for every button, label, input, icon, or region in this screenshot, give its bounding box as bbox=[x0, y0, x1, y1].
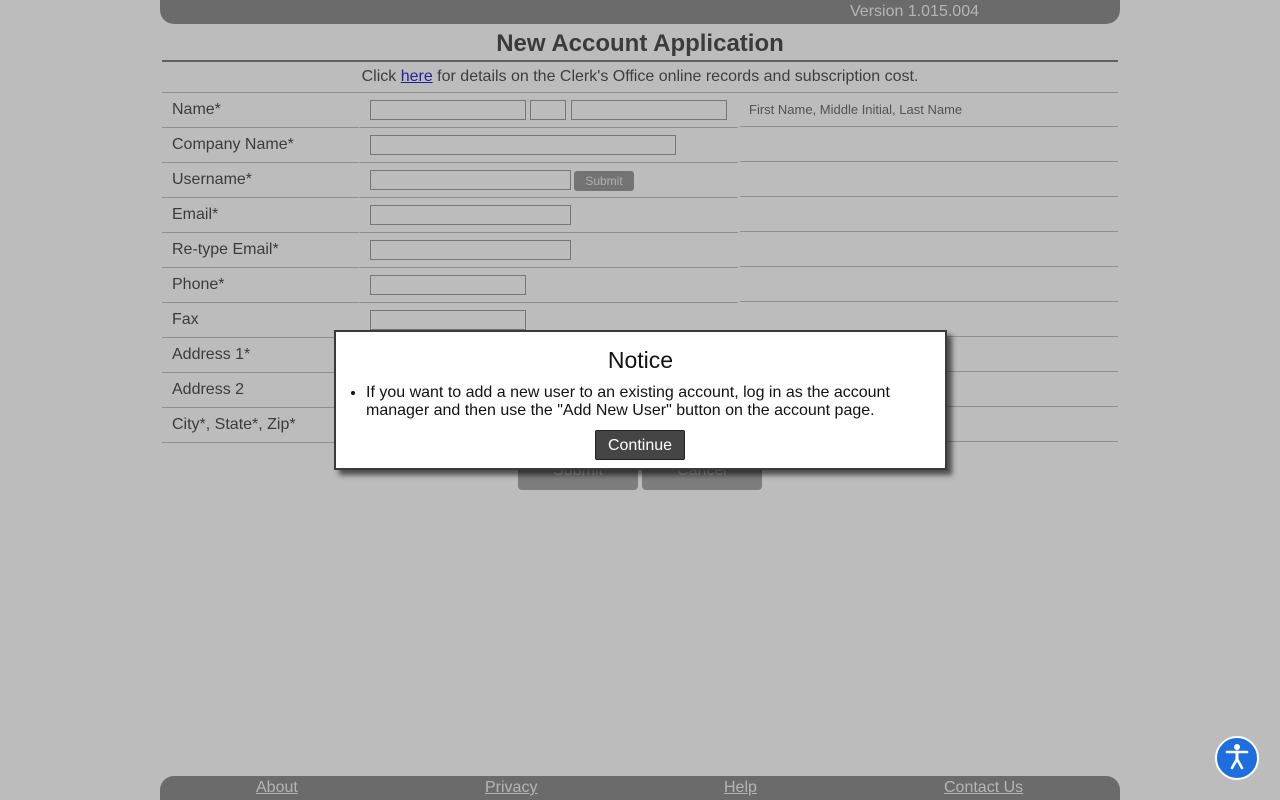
page: Version 1.015.004 New Account Applicatio… bbox=[0, 0, 1280, 800]
accessibility-button[interactable] bbox=[1215, 736, 1259, 780]
notice-dialog: Notice If you want to add a new user to … bbox=[334, 330, 947, 470]
notice-item: If you want to add a new user to an exis… bbox=[366, 384, 946, 420]
dialog-title: Notice bbox=[607, 347, 674, 373]
accessibility-person-icon bbox=[1222, 741, 1252, 776]
continue-button[interactable]: Continue bbox=[595, 430, 685, 460]
notice-list: If you want to add a new user to an exis… bbox=[348, 384, 946, 420]
